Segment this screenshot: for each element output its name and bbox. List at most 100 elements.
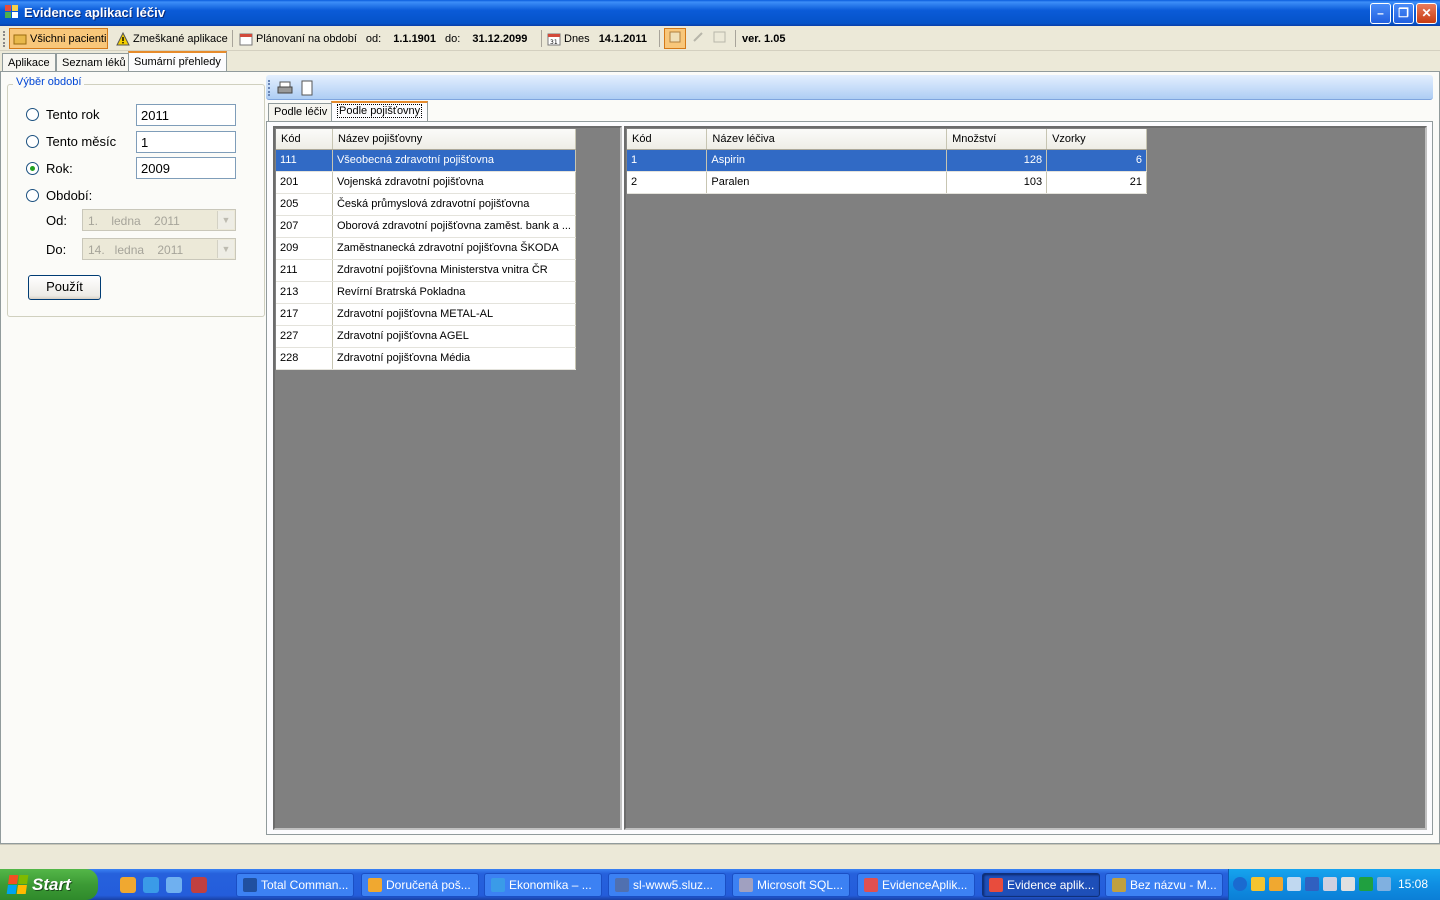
tray-expand-icon[interactable] [1233, 877, 1247, 891]
tab-drug-list[interactable]: Seznam léků [56, 53, 132, 72]
col-insurer-name[interactable]: Název pojišťovny [332, 129, 577, 150]
table-row[interactable]: 228 Zdravotní pojišťovna Média [276, 347, 577, 370]
radio-this-year[interactable]: Tento rok [26, 107, 99, 122]
taskbar-task-button[interactable]: Bez názvu - M... [1105, 873, 1223, 897]
insurer-name-cell[interactable]: Zdravotní pojišťovna AGEL [332, 325, 577, 348]
insurer-code-cell[interactable]: 211 [276, 259, 333, 282]
col-samples[interactable]: Vzorky [1046, 129, 1147, 150]
insurer-code-cell[interactable]: 205 [276, 193, 333, 216]
tray-mail-icon[interactable] [1269, 877, 1283, 891]
planning-period-button[interactable]: Plánovaní na období od: 1.1.1901 do: 31.… [236, 28, 527, 49]
apply-button[interactable]: Použít [28, 275, 101, 300]
start-button[interactable]: Start [0, 869, 98, 900]
notes-toggle-button[interactable] [664, 28, 686, 49]
taskbar-task-button[interactable]: Total Comman... [236, 873, 354, 897]
insurer-code-cell[interactable]: 209 [276, 237, 333, 260]
quantity-cell[interactable]: 103 [946, 171, 1048, 194]
all-patients-button[interactable]: Všichni pacienti [9, 28, 108, 49]
insurer-name-cell[interactable]: Zaměstnanecká zdravotní pojišťovna ŠKODA [332, 237, 577, 260]
ie-quicklaunch-icon[interactable] [143, 877, 159, 893]
insurer-code-cell[interactable]: 228 [276, 347, 333, 370]
taskbar-task-button[interactable]: EvidenceAplik... [857, 873, 975, 897]
this-month-input[interactable] [136, 131, 236, 153]
minimize-button[interactable]: – [1370, 3, 1391, 24]
browser-quicklaunch-icon[interactable] [166, 877, 182, 893]
insurer-name-cell[interactable]: Česká průmyslová zdravotní pojišťovna [332, 193, 577, 216]
tray-monitor-icon[interactable] [1359, 877, 1373, 891]
window-button[interactable] [713, 28, 729, 49]
table-row[interactable]: 227 Zdravotní pojišťovna AGEL [276, 325, 577, 348]
table-row[interactable]: 217 Zdravotní pojišťovna METAL-AL [276, 303, 577, 326]
tab-by-drugs[interactable]: Podle léčiv [268, 103, 334, 122]
tab-by-insurer[interactable]: Podle pojišťovny [331, 101, 429, 122]
insurer-code-cell[interactable]: 201 [276, 171, 333, 194]
chevron-down-icon[interactable]: ▼ [217, 240, 234, 258]
table-row[interactable]: 201 Vojenská zdravotní pojišťovna [276, 171, 577, 194]
title-bar[interactable]: Evidence aplikací léčiv – ❐ ✕ [0, 0, 1440, 26]
insurer-name-cell[interactable]: Zdravotní pojišťovna METAL-AL [332, 303, 577, 326]
table-row[interactable]: 211 Zdravotní pojišťovna Ministerstva vni… [276, 259, 577, 282]
taskbar-task-button[interactable]: Evidence aplik... [982, 873, 1100, 897]
col-quantity[interactable]: Množství [946, 129, 1048, 150]
table-row[interactable]: 205 Česká průmyslová zdravotní pojišťovna [276, 193, 577, 216]
chevron-down-icon[interactable]: ▼ [217, 211, 234, 229]
insurer-code-cell[interactable]: 217 [276, 303, 333, 326]
tray-search-icon[interactable] [1287, 877, 1301, 891]
tray-envelope-icon[interactable] [1341, 877, 1355, 891]
insurer-name-cell[interactable]: Vojenská zdravotní pojišťovna [332, 171, 577, 194]
tab-applications[interactable]: Aplikace [2, 53, 56, 72]
samples-cell[interactable]: 21 [1046, 171, 1147, 194]
table-row[interactable]: 209 Zaměstnanecká zdravotní pojišťovna ŠK… [276, 237, 577, 260]
missed-applications-button[interactable]: Zmeškané aplikace [113, 28, 228, 49]
drug-code-cell[interactable]: 2 [627, 171, 708, 194]
insurer-name-cell[interactable]: Revírní Bratrská Pokladna [332, 281, 577, 304]
tool-quicklaunch-icon[interactable] [191, 877, 207, 893]
page-icon[interactable] [300, 80, 314, 99]
taskbar-task-button[interactable]: sl-www5.sluz... [608, 873, 726, 897]
insurer-code-cell[interactable]: 111 [276, 149, 333, 172]
radio-period-circle[interactable] [26, 189, 39, 202]
insurer-code-cell[interactable]: 213 [276, 281, 333, 304]
radio-year-circle[interactable] [26, 162, 39, 175]
table-row[interactable]: 2 Paralen 103 21 [627, 171, 1147, 194]
taskbar-task-button[interactable]: Ekonomika – ... [484, 873, 602, 897]
radio-year[interactable]: Rok: [26, 161, 73, 176]
toolbar-grip[interactable] [3, 31, 5, 47]
drug-name-cell[interactable]: Aspirin [706, 149, 948, 172]
insurer-code-cell[interactable]: 207 [276, 215, 333, 238]
table-row[interactable]: 1 Aspirin 128 6 [627, 149, 1147, 172]
insurer-name-cell[interactable]: Oborová zdravotní pojišťovna zaměst. ban… [332, 215, 577, 238]
tab-summary[interactable]: Sumární přehledy [128, 51, 227, 72]
quantity-cell[interactable]: 128 [946, 149, 1048, 172]
toolstrip-grip[interactable] [268, 80, 270, 96]
to-date-picker[interactable]: 14. ledna 2011 ▼ [82, 238, 236, 260]
table-row[interactable]: 213 Revírní Bratrská Pokladna [276, 281, 577, 304]
pin-button[interactable] [692, 28, 708, 49]
table-row[interactable]: 111 Všeobecná zdravotní pojišťovna [276, 149, 577, 172]
this-year-input[interactable] [136, 104, 236, 126]
taskbar-task-button[interactable]: Doručená poš... [361, 873, 479, 897]
tray-computer-icon[interactable] [1377, 877, 1391, 891]
print-icon[interactable] [277, 80, 293, 99]
drug-code-cell[interactable]: 1 [627, 149, 708, 172]
radio-this-month-circle[interactable] [26, 135, 39, 148]
outlook-quicklaunch-icon[interactable] [120, 877, 136, 893]
today-button[interactable]: 31 Dnes 14.1.2011 [544, 28, 647, 49]
insurer-name-cell[interactable]: Zdravotní pojišťovna Ministerstva vnitra… [332, 259, 577, 282]
from-date-picker[interactable]: 1. ledna 2011 ▼ [82, 209, 236, 231]
col-drug-name[interactable]: Název léčiva [706, 129, 948, 150]
table-row[interactable]: 207 Oborová zdravotní pojišťovna zaměst. … [276, 215, 577, 238]
restore-button[interactable]: ❐ [1393, 3, 1414, 24]
close-button[interactable]: ✕ [1416, 3, 1437, 24]
radio-period[interactable]: Období: [26, 188, 92, 203]
col-code[interactable]: Kód [276, 129, 333, 150]
col-drug-code[interactable]: Kód [627, 129, 708, 150]
samples-cell[interactable]: 6 [1046, 149, 1147, 172]
radio-this-month[interactable]: Tento měsíc [26, 134, 116, 149]
year-input[interactable] [136, 157, 236, 179]
tray-grid-icon[interactable] [1323, 877, 1337, 891]
tray-network-icon[interactable] [1305, 877, 1319, 891]
radio-this-year-circle[interactable] [26, 108, 39, 121]
drug-name-cell[interactable]: Paralen [706, 171, 948, 194]
tray-shield-icon[interactable] [1251, 877, 1265, 891]
